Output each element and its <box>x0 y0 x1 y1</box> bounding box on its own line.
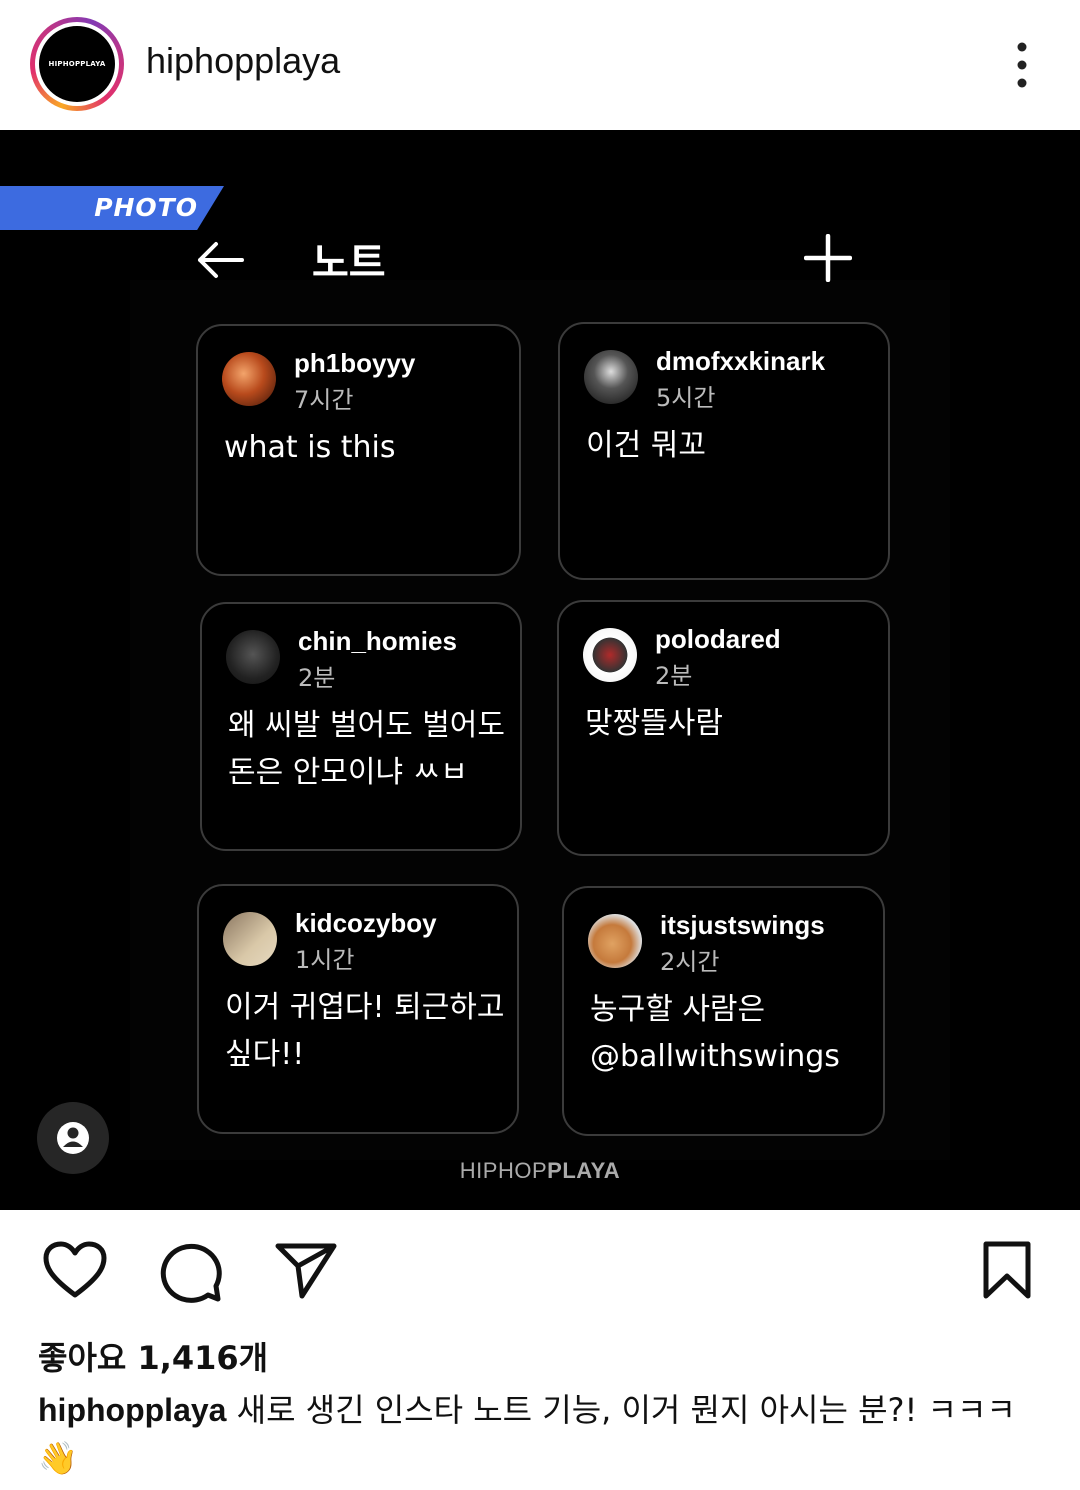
note-avatar <box>223 912 277 966</box>
heart-icon[interactable] <box>42 1240 108 1300</box>
note-time: 2분 <box>655 662 693 690</box>
note-time: 7시간 <box>294 386 354 414</box>
comment-icon[interactable] <box>158 1240 224 1304</box>
note-text: 왜 씨발 벌어도 벌어도 돈은 안모이냐 ㅆㅂ <box>228 708 506 790</box>
post-image[interactable]: PHOTO 노트 ph1boyyy 7시간 what is this dmofx… <box>0 130 1080 1210</box>
note-text: 맞짱뜰사람 <box>585 706 723 741</box>
post-caption: hiphopplaya 새로 생긴 인스타 노트 기능, 이거 뭔지 아시는 분… <box>38 1386 1048 1482</box>
note-time: 2분 <box>298 664 336 692</box>
note-card: dmofxxkinark 5시간 이건 뭐꼬 <box>558 322 890 580</box>
more-options-icon[interactable] <box>1010 40 1034 90</box>
note-username: chin_homies <box>298 626 457 656</box>
note-avatar <box>222 352 276 406</box>
avatar[interactable]: HIPHOPPLAYA <box>30 17 124 111</box>
note-card: polodared 2분 맞짱뜰사람 <box>557 600 890 856</box>
note-text: what is this <box>224 430 396 465</box>
back-arrow-icon <box>198 242 244 278</box>
photo-tag: PHOTO <box>0 186 224 230</box>
plus-icon <box>804 234 852 282</box>
note-card: chin_homies 2분 왜 씨발 벌어도 벌어도 돈은 안모이냐 ㅆㅂ <box>200 602 522 851</box>
note-text: 농구할 사람은 @ballwithswings <box>590 992 840 1074</box>
likes-count[interactable]: 좋아요 1,416개 <box>38 1333 268 1379</box>
note-username: polodared <box>655 624 781 654</box>
note-card: kidcozyboy 1시간 이거 귀엽다! 퇴근하고싶다!! <box>197 884 519 1134</box>
note-avatar <box>588 914 642 968</box>
note-time: 2시간 <box>660 948 720 976</box>
note-username: kidcozyboy <box>295 908 437 938</box>
note-card: ph1boyyy 7시간 what is this <box>196 324 521 576</box>
header-username[interactable]: hiphopplaya <box>146 40 340 82</box>
note-username: itsjustswings <box>660 910 825 940</box>
note-avatar <box>226 630 280 684</box>
note-time: 1시간 <box>295 946 355 974</box>
note-username: dmofxxkinark <box>656 346 826 376</box>
note-text: 이건 뭐꼬 <box>586 428 706 463</box>
note-card: itsjustswings 2시간 농구할 사람은 @ballwithswing… <box>562 886 885 1136</box>
note-username: ph1boyyy <box>294 348 416 378</box>
note-time: 5시간 <box>656 384 716 412</box>
caption-username[interactable]: hiphopplaya <box>38 1392 226 1428</box>
post-header: HIPHOPPLAYA hiphopplaya <box>0 0 1080 130</box>
notes-title: 노트 <box>312 240 386 286</box>
bookmark-icon[interactable] <box>980 1240 1034 1300</box>
note-text: 이거 귀엽다! 퇴근하고싶다!! <box>225 990 505 1072</box>
avatar-logo: HIPHOPPLAYA <box>39 26 115 102</box>
note-avatar <box>584 350 638 404</box>
note-avatar <box>583 628 637 682</box>
watermark: HIPHOPPLAYA <box>459 1158 621 1183</box>
send-icon[interactable] <box>274 1240 340 1300</box>
